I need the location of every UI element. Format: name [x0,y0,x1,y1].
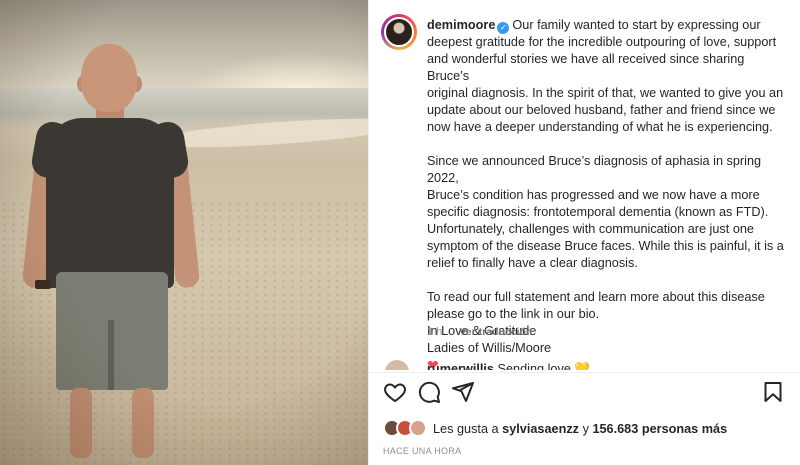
caption-line: now have a deeper understanding of what … [427,120,773,134]
share-button[interactable] [451,380,477,406]
caption-meta: 1 h Ver traducción [427,326,546,338]
time-ago: 1 h [427,326,443,338]
comment-bubble-icon [418,381,440,403]
action-bar [369,380,800,410]
caption-line: original diagnosis. In the spirit of tha… [427,86,784,100]
caption-line: Our family wanted to start by expressing… [512,18,761,32]
caption-line: and wonderful stories we have all receiv… [427,52,745,83]
likes-connector: y [582,422,589,436]
liker-avatar[interactable] [409,419,427,437]
author-username[interactable]: demimoore [427,18,495,32]
caption-line: Since we announced Bruce’s diagnosis of … [427,154,762,185]
caption-line: To read our full statement and learn mor… [427,290,765,304]
liker-username[interactable]: sylviasaenzz [502,422,579,436]
author-avatar[interactable] [384,17,414,47]
caption-line: update about our beloved husband, father… [427,103,776,117]
caption-paragraph-1: demimoore ✓ Our family wanted to start by … [427,17,789,136]
caption-paragraph-2: Since we announced Bruce’s diagnosis of … [427,153,789,272]
comment-button[interactable] [417,380,443,406]
like-button[interactable] [383,380,409,406]
caption-line: relief to finally have a clear diagnosis… [427,256,638,270]
heart-outline-icon [384,383,406,402]
post-side-panel: demimoore ✓ Our family wanted to start by … [368,0,800,465]
caption-line: Ladies of Willis/Moore [427,341,552,355]
paper-plane-icon [452,382,474,402]
likes-summary: Les gusta a sylviasaenzz y 156.683 perso… [383,418,793,440]
photo-vignette [0,0,368,465]
caption-line: please go to the link in our bio. [427,307,600,321]
save-button[interactable] [761,380,787,406]
caption-line: Unfortunately, challenges with communica… [427,222,754,236]
see-translation-link[interactable]: Ver traducción [459,326,532,338]
post-caption: demimoore ✓ Our family wanted to start by … [427,17,789,370]
caption-line: Bruce’s condition has progressed and we … [427,188,760,202]
post-photo[interactable] [0,0,368,465]
comment-item: rumerwillis Sending love 💛 [385,360,785,370]
caption-area: demimoore ✓ Our family wanted to start by … [369,0,800,370]
author-avatar-ring[interactable] [381,14,417,50]
caption-line: deepest gratitude for the incredible out… [427,35,777,49]
divider [369,372,800,373]
likes-prefix: Les gusta a [433,422,499,436]
post-timestamp[interactable]: HACE UNA HORA [383,446,461,456]
commenter-avatar[interactable] [385,360,409,370]
comment-text: Sending love 💛 [497,362,591,370]
caption-line: specific diagnosis: frontotemporal demen… [427,205,769,219]
verified-badge-icon: ✓ [497,22,510,34]
likes-count[interactable]: 156.683 personas más [592,422,727,436]
commenter-username[interactable]: rumerwillis [427,362,494,370]
bookmark-icon [764,382,782,402]
likes-text[interactable]: Les gusta a sylviasaenzz y 156.683 perso… [433,422,727,436]
caption-line: symptom of the disease Bruce faces. Whil… [427,239,784,253]
